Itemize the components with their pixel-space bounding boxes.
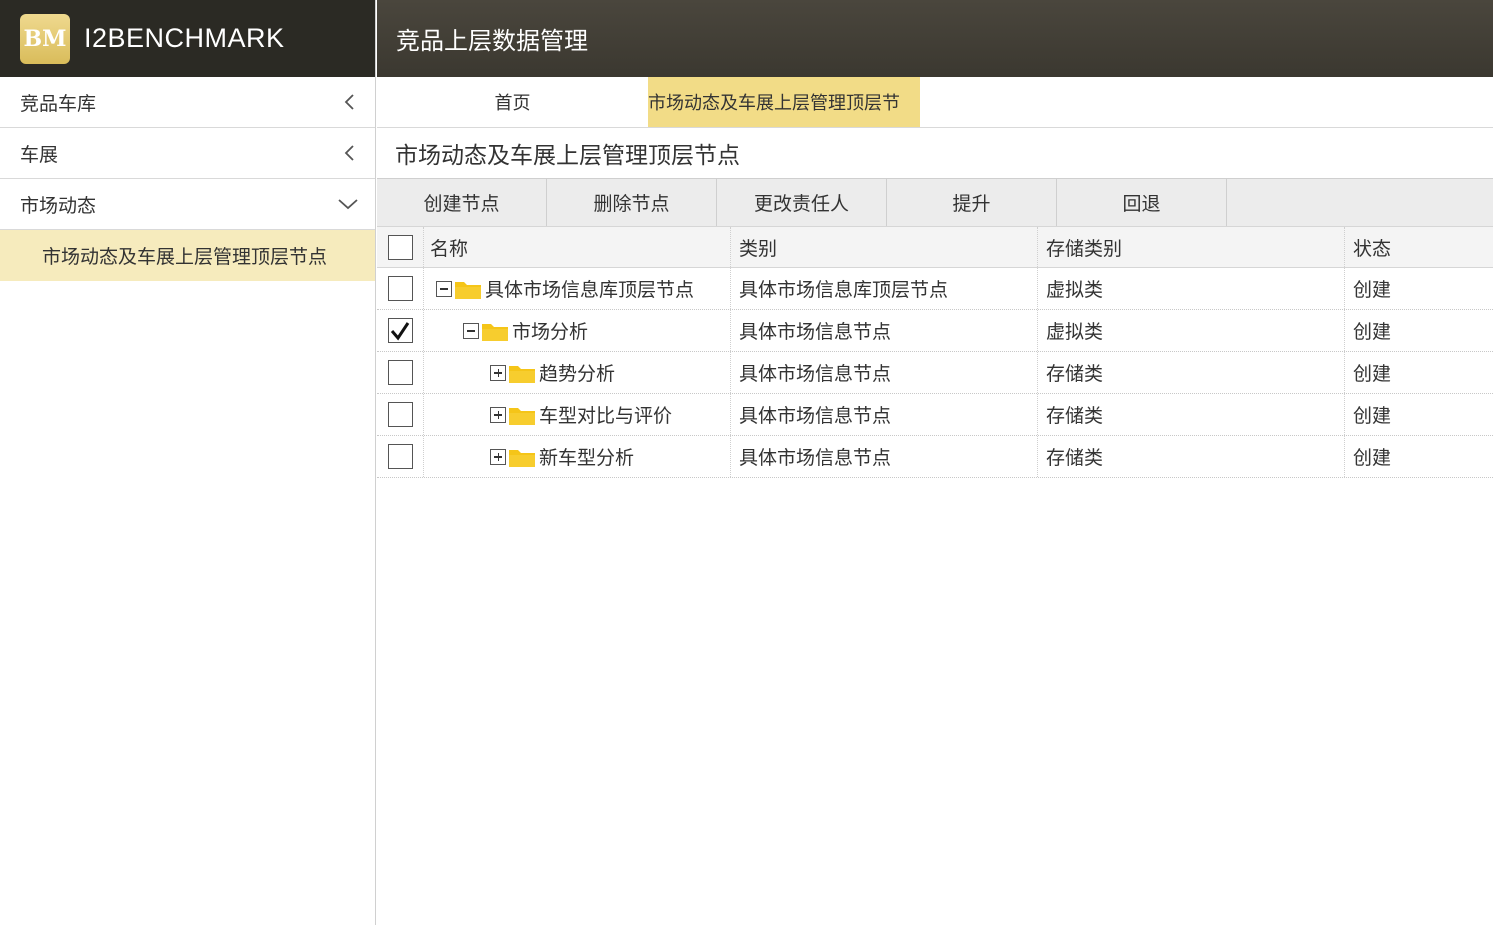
- folder-icon: [509, 365, 535, 383]
- type-cell: 具体市场信息节点: [731, 436, 1038, 477]
- delete-node-button[interactable]: 删除节点: [547, 179, 717, 226]
- column-header-storage[interactable]: 存储类别: [1038, 227, 1345, 267]
- folder-icon: [455, 281, 481, 299]
- sidebar: BM I2BENCHMARK 竞品车库 车展 市场动态 市场动态及车展上层管理顶…: [0, 0, 376, 925]
- row-check-cell: [377, 436, 424, 477]
- sidebar-item-auto-show[interactable]: 车展: [0, 128, 375, 179]
- folder-icon: [509, 449, 535, 467]
- status-cell: 创建: [1353, 447, 1392, 469]
- collapse-toggle-icon[interactable]: [436, 280, 452, 297]
- row-check-cell: [377, 394, 424, 435]
- sidebar-item-label: 车展: [20, 143, 59, 166]
- create-node-button[interactable]: 创建节点: [377, 179, 547, 226]
- tree-grid: 名称 类别 存储类别 状态 具体市场信息库顶层节点 具体市场信息库顶层节点 虚拟…: [377, 227, 1493, 478]
- row-checkbox[interactable]: [387, 402, 413, 427]
- sidebar-item-competitor-garage[interactable]: 竞品车库: [0, 77, 375, 128]
- node-name: 新车型分析: [539, 447, 635, 469]
- row-check-cell: [377, 268, 424, 309]
- storage-cell: 虚拟类: [1038, 268, 1345, 309]
- name-cell: 新车型分析: [424, 436, 731, 477]
- expand-toggle-icon[interactable]: [490, 406, 506, 423]
- row-check-cell: [377, 352, 424, 393]
- brand-name: I2BENCHMARK: [84, 23, 285, 53]
- sidebar-item-label: 竞品车库: [20, 92, 97, 115]
- sidebar-subitem-top-node[interactable]: 市场动态及车展上层管理顶层节点: [0, 230, 375, 281]
- column-header-name[interactable]: 名称: [424, 227, 731, 267]
- page-title: 市场动态及车展上层管理顶层节点: [377, 128, 1493, 179]
- tab-bar: 首页 市场动态及车展上层管理顶层节: [377, 77, 1493, 128]
- chevron-left-icon: [344, 145, 354, 161]
- type-cell: 具体市场信息库顶层节点: [731, 268, 1038, 309]
- grid-header-row: 名称 类别 存储类别 状态: [377, 227, 1493, 268]
- table-row[interactable]: 市场分析 具体市场信息节点 虚拟类 创建: [377, 310, 1493, 352]
- row-checkbox[interactable]: [387, 360, 413, 385]
- column-header-status[interactable]: 状态: [1345, 227, 1493, 267]
- storage-cell: 存储类: [1038, 394, 1345, 435]
- sidebar-item-label: 市场动态: [20, 194, 97, 217]
- name-cell: 趋势分析: [424, 352, 731, 393]
- page-header-title: 竞品上层数据管理: [396, 27, 588, 55]
- type-cell: 具体市场信息节点: [731, 352, 1038, 393]
- column-header-type[interactable]: 类别: [731, 227, 1038, 267]
- expand-toggle-icon[interactable]: [490, 448, 506, 465]
- status-cell: 创建: [1353, 279, 1392, 301]
- folder-icon: [482, 323, 508, 341]
- status-cell: 创建: [1353, 321, 1392, 343]
- tab-label: 市场动态及车展上层管理顶层节: [648, 93, 900, 114]
- header-check-cell: [377, 227, 424, 267]
- promote-button[interactable]: 提升: [887, 179, 1057, 226]
- storage-cell: 存储类: [1038, 352, 1345, 393]
- table-row[interactable]: 趋势分析 具体市场信息节点 存储类 创建: [377, 352, 1493, 394]
- chevron-down-icon: [338, 199, 358, 210]
- name-cell: 市场分析: [424, 310, 731, 351]
- row-check-cell: [377, 310, 424, 351]
- node-name: 市场分析: [512, 321, 589, 343]
- name-cell: 车型对比与评价: [424, 394, 731, 435]
- logo-bar: BM I2BENCHMARK: [0, 0, 375, 77]
- node-name: 具体市场信息库顶层节点: [485, 279, 695, 301]
- sidebar-subitem-label: 市场动态及车展上层管理顶层节点: [42, 246, 328, 268]
- storage-cell: 虚拟类: [1038, 310, 1345, 351]
- tab-label: 首页: [494, 93, 531, 114]
- type-cell: 具体市场信息节点: [731, 310, 1038, 351]
- row-checkbox[interactable]: [387, 276, 413, 301]
- row-checkbox-checked[interactable]: [387, 318, 413, 343]
- status-cell: 创建: [1353, 405, 1392, 427]
- table-row[interactable]: 具体市场信息库顶层节点 具体市场信息库顶层节点 虚拟类 创建: [377, 268, 1493, 310]
- name-cell: 具体市场信息库顶层节点: [424, 268, 731, 309]
- rollback-button[interactable]: 回退: [1057, 179, 1227, 226]
- select-all-checkbox[interactable]: [387, 234, 413, 260]
- type-cell: 具体市场信息节点: [731, 394, 1038, 435]
- table-row[interactable]: 车型对比与评价 具体市场信息节点 存储类 创建: [377, 394, 1493, 436]
- checkmark-icon: [390, 321, 410, 340]
- main-area: 竞品上层数据管理 首页 市场动态及车展上层管理顶层节 市场动态及车展上层管理顶层…: [377, 0, 1493, 925]
- row-checkbox[interactable]: [387, 444, 413, 469]
- sidebar-item-market-dynamics[interactable]: 市场动态: [0, 179, 375, 230]
- tab-market-top-node[interactable]: 市场动态及车展上层管理顶层节: [648, 77, 920, 127]
- folder-icon: [509, 407, 535, 425]
- node-name: 趋势分析: [539, 363, 616, 385]
- toolbar: 创建节点 删除节点 更改责任人 提升 回退: [377, 179, 1493, 227]
- change-owner-button[interactable]: 更改责任人: [717, 179, 887, 226]
- top-header: 竞品上层数据管理: [377, 0, 1493, 77]
- logo-mark-text: BM: [23, 25, 67, 52]
- collapse-toggle-icon[interactable]: [463, 322, 479, 339]
- storage-cell: 存储类: [1038, 436, 1345, 477]
- tab-home[interactable]: 首页: [377, 77, 648, 127]
- expand-toggle-icon[interactable]: [490, 364, 506, 381]
- status-cell: 创建: [1353, 363, 1392, 385]
- logo-icon: BM: [20, 13, 70, 64]
- chevron-left-icon: [344, 94, 354, 110]
- table-row[interactable]: 新车型分析 具体市场信息节点 存储类 创建: [377, 436, 1493, 478]
- node-name: 车型对比与评价: [539, 405, 673, 427]
